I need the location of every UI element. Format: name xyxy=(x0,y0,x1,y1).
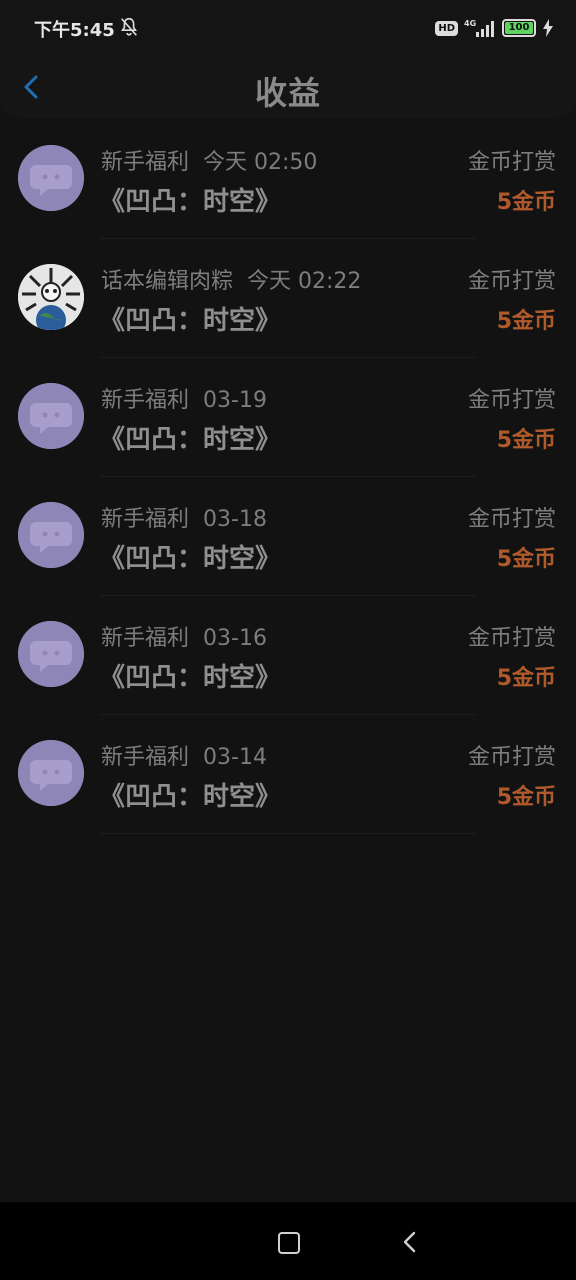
record-user: 新手福利 xyxy=(101,388,190,413)
record-type: 金币打赏 xyxy=(467,507,556,532)
chat-bubble-icon xyxy=(18,383,84,449)
battery-level: 100 xyxy=(508,22,530,33)
work-title: 《凹凸：时空》 xyxy=(99,544,282,574)
record-amount: 5金币 xyxy=(496,785,556,810)
chat-bubble-icon xyxy=(18,740,84,806)
status-icons: HD 4G 100 xyxy=(435,14,554,42)
record-type: 金币打赏 xyxy=(467,745,556,770)
list-item[interactable]: 新手福利 03-14 《凹凸：时空》 金币打赏 5金币 xyxy=(0,715,576,834)
app-header: 收益 xyxy=(0,56,576,118)
record-user: 新手福利 xyxy=(101,745,190,770)
chat-bubble-avatar[interactable] xyxy=(18,502,84,568)
chat-bubble-icon xyxy=(18,502,84,568)
list-item[interactable]: 话本编辑肉粽 今天 02:22 《凹凸：时空》 金币打赏 5金币 xyxy=(0,239,576,358)
record-meta: 新手福利 今天 02:50 xyxy=(101,144,317,176)
battery-icon: 100 xyxy=(502,19,536,37)
list-item[interactable]: 新手福利 03-18 《凹凸：时空》 金币打赏 5金币 xyxy=(0,477,576,596)
record-meta: 新手福利 03-18 xyxy=(101,501,267,533)
record-type: 金币打赏 xyxy=(467,388,556,413)
record-time: 03-14 xyxy=(203,745,267,770)
record-amount: 5金币 xyxy=(496,666,556,691)
record-type: 金币打赏 xyxy=(467,150,556,175)
record-user: 新手福利 xyxy=(101,626,190,651)
work-title: 《凹凸：时空》 xyxy=(99,782,282,812)
record-time: 今天 02:22 xyxy=(247,269,362,294)
page-title: 收益 xyxy=(254,74,321,112)
panda-earth-avatar[interactable] xyxy=(18,264,84,330)
record-user: 新手福利 xyxy=(101,150,190,175)
record-time: 03-18 xyxy=(203,507,267,532)
record-time: 03-16 xyxy=(203,626,267,651)
record-user: 新手福利 xyxy=(101,507,190,532)
record-meta: 话本编辑肉粽 今天 02:22 xyxy=(101,263,361,295)
bell-muted-icon xyxy=(121,17,137,36)
record-time: 今天 02:50 xyxy=(203,150,318,175)
network-type: 4G xyxy=(464,19,476,28)
charging-icon xyxy=(543,19,553,37)
record-amount: 5金币 xyxy=(496,428,556,453)
earnings-list: 新手福利 今天 02:50 《凹凸：时空》 金币打赏 5金币 话本编辑肉粽 今天 0… xyxy=(0,120,576,834)
signal-icon: 4G xyxy=(464,19,494,37)
chat-bubble-avatar[interactable] xyxy=(18,383,84,449)
chat-bubble-avatar[interactable] xyxy=(18,621,84,687)
chat-bubble-avatar[interactable] xyxy=(18,740,84,806)
work-title: 《凹凸：时空》 xyxy=(99,425,282,455)
chat-bubble-icon xyxy=(18,621,84,687)
nav-back-icon[interactable] xyxy=(400,1230,420,1254)
list-item[interactable]: 新手福利 03-19 《凹凸：时空》 金币打赏 5金币 xyxy=(0,358,576,477)
chat-bubble-avatar[interactable] xyxy=(18,145,84,211)
record-type: 金币打赏 xyxy=(467,626,556,651)
system-nav-bar xyxy=(0,1202,576,1280)
recents-button[interactable] xyxy=(278,1232,300,1254)
record-amount: 5金币 xyxy=(496,190,556,215)
panda-earth-icon xyxy=(18,264,84,330)
list-item[interactable]: 新手福利 03-16 《凹凸：时空》 金币打赏 5金币 xyxy=(0,596,576,715)
record-type: 金币打赏 xyxy=(467,269,556,294)
hd-badge: HD xyxy=(435,20,458,36)
record-user: 话本编辑肉粽 xyxy=(101,269,234,294)
work-title: 《凹凸：时空》 xyxy=(99,663,282,693)
status-bar: 下午5:45 HD 4G 100 xyxy=(0,0,576,56)
record-meta: 新手福利 03-16 xyxy=(101,620,267,652)
work-title: 《凹凸：时空》 xyxy=(99,306,282,336)
chat-bubble-icon xyxy=(18,145,84,211)
record-meta: 新手福利 03-14 xyxy=(101,739,267,771)
work-title: 《凹凸：时空》 xyxy=(99,187,282,217)
record-amount: 5金币 xyxy=(496,547,556,572)
record-time: 03-19 xyxy=(203,388,267,413)
record-amount: 5金币 xyxy=(496,309,556,334)
status-time: 下午5:45 xyxy=(34,20,115,41)
record-meta: 新手福利 03-19 xyxy=(101,382,267,414)
list-item[interactable]: 新手福利 今天 02:50 《凹凸：时空》 金币打赏 5金币 xyxy=(0,120,576,239)
